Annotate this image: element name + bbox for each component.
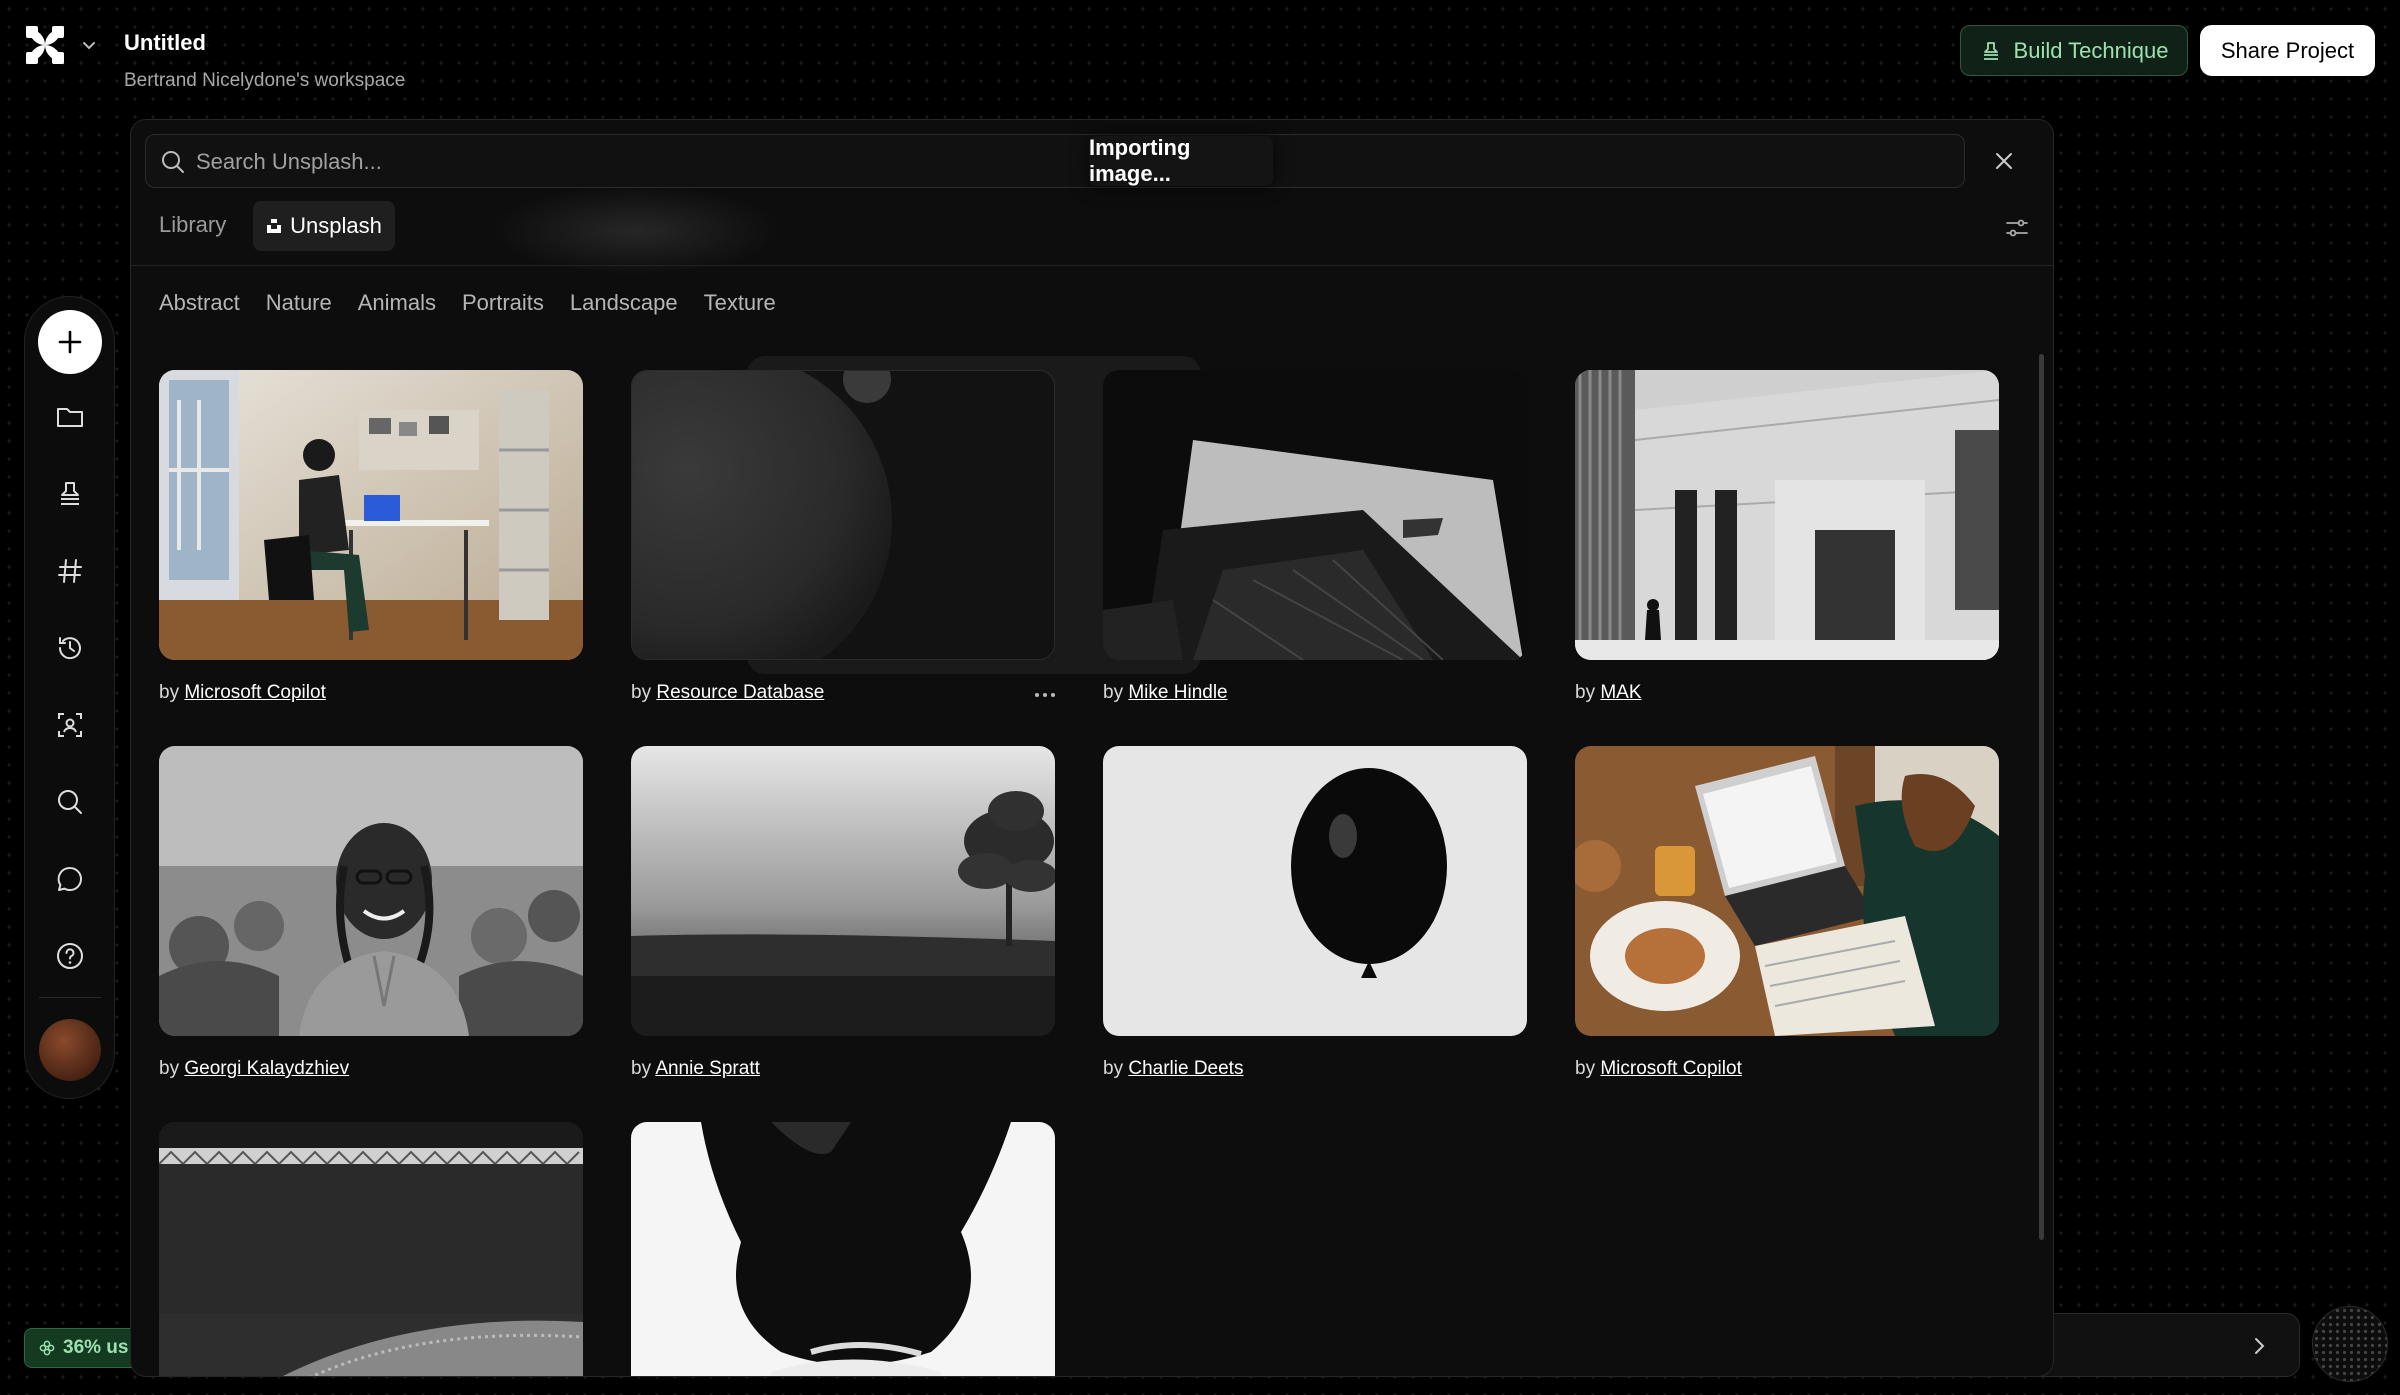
folder-button[interactable] [48, 395, 92, 439]
flower-icon [39, 1340, 55, 1356]
chat-button[interactable] [48, 857, 92, 901]
category-texture[interactable]: Texture [704, 290, 776, 316]
credit-prefix: by [1103, 1058, 1124, 1079]
category-landscape[interactable]: Landscape [570, 290, 678, 316]
photo-thumbnail[interactable] [631, 1122, 1055, 1376]
importing-toast: Importing image... [1089, 135, 1273, 186]
modal-scrollbar[interactable] [2039, 354, 2044, 1240]
more-options-icon[interactable] [1033, 690, 1057, 700]
image-picker-modal: Importing image... Library Unsplash Abst… [130, 119, 2054, 1377]
author-link[interactable]: Mike Hindle [1128, 682, 1227, 703]
author-link[interactable]: MAK [1600, 682, 1641, 703]
photo-thumbnail[interactable] [1575, 746, 1999, 1036]
photo-card[interactable]: by Georgi Kalaydzhiev [159, 746, 585, 1080]
author-link[interactable]: Georgi Kalaydzhiev [184, 1058, 349, 1079]
chat-bubble-icon [57, 866, 82, 891]
photo-thumbnail[interactable] [159, 746, 583, 1036]
author-link[interactable]: Microsoft Copilot [1600, 1058, 1742, 1079]
author-link[interactable]: Microsoft Copilot [184, 682, 326, 703]
photo-thumbnail[interactable] [631, 370, 1055, 660]
search-button[interactable] [48, 780, 92, 824]
author-link[interactable]: Annie Spratt [655, 1058, 760, 1079]
credit-prefix: by [159, 1058, 180, 1079]
tab-divider [131, 265, 2053, 266]
photo-card[interactable]: by Mike Hindle [1103, 370, 1529, 704]
photo-thumbnail[interactable] [159, 370, 583, 660]
chevron-down-icon[interactable] [80, 36, 98, 54]
search-icon [58, 790, 82, 814]
workspace-name: Bertrand Nicelydone's workspace [124, 70, 406, 91]
left-toolbar [24, 296, 115, 1099]
search-input[interactable] [196, 143, 1796, 181]
scan-button[interactable] [48, 703, 92, 747]
assistant-orb[interactable] [2312, 1306, 2388, 1382]
blurred-tab-placeholder [491, 186, 781, 276]
author-link[interactable]: Charlie Deets [1128, 1058, 1243, 1079]
photo-thumbnail[interactable] [1575, 370, 1999, 660]
credit-prefix: by [1103, 682, 1124, 703]
author-link[interactable]: Resource Database [656, 682, 824, 703]
photo-card[interactable]: by Charlie Deets [1103, 746, 1529, 1080]
photo-thumbnail[interactable] [159, 1122, 583, 1376]
photo-card[interactable]: by Microsoft Copilot [159, 370, 585, 704]
scan-icon [58, 713, 82, 737]
photo-card[interactable] [159, 1122, 585, 1376]
photo-thumbnail[interactable] [631, 746, 1055, 1036]
photo-thumbnail[interactable] [1103, 746, 1527, 1036]
history-icon [58, 637, 81, 660]
category-animals[interactable]: Animals [358, 290, 436, 316]
credit-prefix: by [631, 682, 652, 703]
photo-card[interactable]: by Microsoft Copilot [1575, 746, 2001, 1080]
usage-label: 36% us [63, 1337, 129, 1358]
category-portraits[interactable]: Portraits [462, 290, 544, 316]
photo-thumbnail[interactable] [1103, 370, 1527, 660]
close-icon [1996, 153, 2012, 169]
rail-divider [39, 997, 101, 998]
photo-card[interactable]: by Resource Database [631, 370, 1057, 704]
chevron-right-icon[interactable] [2247, 1334, 2271, 1358]
share-project-button[interactable]: Share Project [2200, 25, 2375, 76]
usage-badge[interactable]: 36% us [24, 1328, 144, 1368]
credit-prefix: by [631, 1058, 652, 1079]
help-icon [57, 943, 83, 969]
category-filters: Abstract Nature Animals Portraits Landsc… [159, 290, 776, 316]
credit-prefix: by [1575, 1058, 1596, 1079]
add-button[interactable] [38, 310, 102, 374]
hash-button[interactable] [48, 549, 92, 593]
plus-icon [58, 330, 82, 354]
search-bar[interactable] [145, 134, 1965, 188]
stamp-button[interactable] [48, 472, 92, 516]
stamp-icon [1983, 41, 1998, 60]
app-logo-icon[interactable] [24, 24, 66, 66]
folder-icon [57, 408, 83, 427]
unsplash-icon [267, 219, 282, 233]
build-technique-button[interactable]: Build Technique [1960, 25, 2188, 76]
category-nature[interactable]: Nature [266, 290, 332, 316]
photo-card[interactable]: by Annie Spratt [631, 746, 1057, 1080]
hash-icon [58, 559, 82, 583]
close-button[interactable] [1989, 146, 2019, 176]
photo-card[interactable]: by MAK [1575, 370, 2001, 704]
project-title[interactable]: Untitled [124, 30, 206, 56]
search-icon [162, 151, 184, 173]
help-button[interactable] [48, 934, 92, 978]
stamp-icon [61, 482, 79, 505]
build-technique-label: Build Technique [2013, 37, 2169, 63]
photo-card[interactable] [631, 1122, 1057, 1376]
tab-library[interactable]: Library [159, 212, 226, 238]
category-abstract[interactable]: Abstract [159, 290, 240, 316]
tab-unsplash[interactable]: Unsplash [253, 201, 395, 251]
history-button[interactable] [48, 626, 92, 670]
avatar[interactable] [39, 1019, 101, 1081]
credit-prefix: by [1575, 682, 1596, 703]
filter-sliders-icon[interactable] [2003, 214, 2031, 242]
tab-unsplash-label: Unsplash [290, 213, 382, 238]
credit-prefix: by [159, 682, 180, 703]
